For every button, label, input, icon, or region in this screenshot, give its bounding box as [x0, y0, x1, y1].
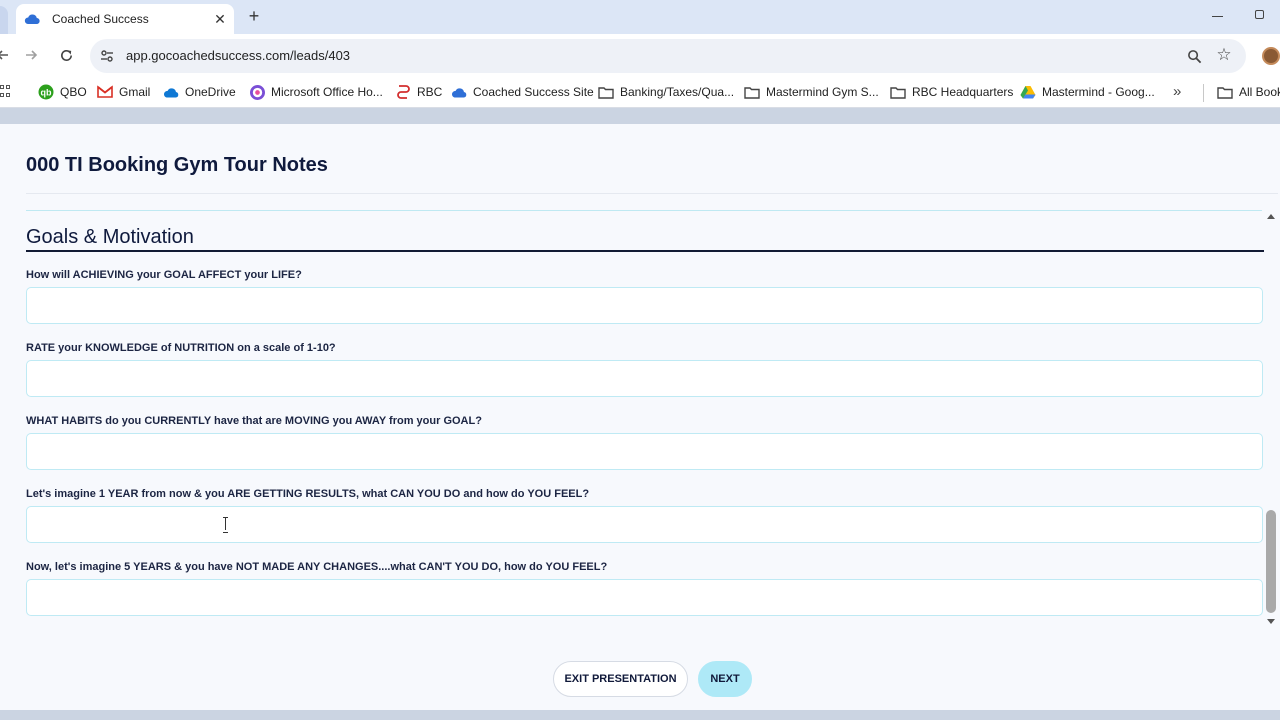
back-arrow-icon[interactable] [0, 46, 12, 64]
bookmark-mastermind-gym[interactable]: Mastermind Gym S... [744, 82, 879, 102]
bookmark-label: QBO [60, 85, 87, 99]
cloud-icon [24, 11, 40, 27]
tab-coached-success[interactable]: Coached Success ✕ [16, 4, 234, 34]
rbc-icon [395, 84, 411, 100]
exit-presentation-button[interactable]: EXIT PRESENTATION [553, 661, 688, 697]
bookmark-label: Mastermind Gym S... [766, 85, 879, 99]
page-bottom-edge [0, 710, 1280, 720]
bookmark-rbc[interactable]: RBC [395, 82, 442, 102]
bookmark-label: Microsoft Office Ho... [271, 85, 383, 99]
presentation-panel: 000 TI Booking Gym Tour Notes Goals & Mo… [0, 124, 1280, 710]
previous-tab-edge[interactable] [0, 6, 8, 34]
section-title: Goals & Motivation [26, 226, 194, 248]
url-text: app.gocoachedsuccess.com/leads/403 [126, 48, 351, 63]
title-divider [26, 193, 1278, 194]
folder-icon [890, 84, 906, 100]
bookmark-label: Banking/Taxes/Qua... [620, 85, 735, 99]
tab-strip: Coached Success ✕ + [0, 0, 1280, 34]
bookmark-mastermind-google[interactable]: Mastermind - Goog... [1020, 82, 1155, 102]
next-button[interactable]: NEXT [698, 661, 752, 697]
close-icon[interactable]: ✕ [212, 11, 228, 27]
bookmark-qbo[interactable]: qb QBO [38, 82, 87, 102]
form-scroll-area[interactable]: Goals & Motivation How will ACHIEVING yo… [0, 210, 1264, 626]
bookmark-label: RBC Headquarters [912, 85, 1014, 99]
answer-field-one-year[interactable] [26, 506, 1263, 543]
site-settings-icon[interactable] [98, 47, 116, 65]
answer-field-goal-affect[interactable] [26, 287, 1263, 324]
bookmark-star-icon[interactable]: ☆ [1215, 46, 1233, 64]
apps-grid-icon[interactable] [0, 85, 10, 99]
forward-arrow-icon[interactable] [22, 46, 40, 64]
question-label-one-year: Let's imagine 1 YEAR from now & you ARE … [26, 488, 590, 500]
section-top-divider [26, 210, 1262, 211]
bookmark-onedrive[interactable]: OneDrive [163, 82, 236, 102]
scrollbar[interactable] [1264, 210, 1278, 626]
bookmark-label: Mastermind - Goog... [1042, 85, 1155, 99]
bookmark-all-bookmarks[interactable]: All Bookmarks [1217, 82, 1280, 102]
section-divider [26, 250, 1264, 252]
folder-icon [744, 84, 760, 100]
page-backdrop [0, 108, 1280, 124]
scroll-up-icon[interactable] [1267, 214, 1275, 219]
bookmarks-divider [1203, 84, 1204, 102]
answer-field-five-years[interactable] [26, 579, 1263, 616]
zoom-icon[interactable] [1185, 47, 1203, 65]
folder-icon [598, 84, 614, 100]
bookmark-rbc-headquarters[interactable]: RBC Headquarters [890, 82, 1013, 102]
bookmark-banking-taxes[interactable]: Banking/Taxes/Qua... [598, 82, 734, 102]
onedrive-icon [163, 84, 179, 100]
minimize-icon[interactable] [1210, 8, 1226, 24]
folder-icon [1217, 84, 1233, 100]
tab-title: Coached Success [52, 12, 149, 26]
browser-toolbar: app.gocoachedsuccess.com/leads/403 ☆ [0, 34, 1280, 76]
new-tab-button[interactable]: + [244, 6, 264, 26]
bookmark-label: Gmail [119, 85, 151, 99]
bookmark-label: OneDrive [185, 85, 236, 99]
reload-icon[interactable] [57, 46, 75, 64]
answer-field-habits[interactable] [26, 433, 1263, 470]
svg-text:qb: qb [41, 88, 52, 98]
gmail-icon [97, 84, 113, 100]
qbo-icon: qb [38, 84, 54, 100]
cloud-icon [451, 84, 467, 100]
question-label-goal-affect: How will ACHIEVING your GOAL AFFECT your… [26, 269, 302, 281]
text-cursor-icon [222, 517, 230, 533]
address-bar[interactable]: app.gocoachedsuccess.com/leads/403 ☆ [90, 39, 1246, 73]
scrollbar-thumb[interactable] [1266, 510, 1276, 613]
bookmark-gmail[interactable]: Gmail [97, 82, 150, 102]
bookmark-label: All Bookmarks [1239, 85, 1280, 99]
bookmark-label: RBC [417, 85, 443, 99]
bookmarks-bar: qb QBO Gmail OneDrive Microsoft Office H… [0, 76, 1280, 108]
google-drive-icon [1020, 84, 1036, 100]
restore-icon[interactable] [1255, 10, 1264, 19]
more-bookmarks-icon[interactable]: » [1173, 83, 1181, 100]
question-label-nutrition: RATE your KNOWLEDGE of NUTRITION on a sc… [26, 342, 336, 354]
answer-field-nutrition[interactable] [26, 360, 1263, 397]
page-title: 000 TI Booking Gym Tour Notes [26, 154, 328, 176]
bookmark-office[interactable]: Microsoft Office Ho... [249, 82, 383, 102]
bookmark-label: Coached Success Site [473, 85, 594, 99]
avatar[interactable] [1262, 47, 1280, 65]
bookmark-coached-success-site[interactable]: Coached Success Site [451, 82, 594, 102]
question-label-habits: WHAT HABITS do you CURRENTLY have that a… [26, 415, 482, 427]
office-icon [249, 84, 265, 100]
question-label-five-years: Now, let's imagine 5 YEARS & you have NO… [26, 561, 608, 573]
scroll-down-icon[interactable] [1267, 619, 1275, 624]
